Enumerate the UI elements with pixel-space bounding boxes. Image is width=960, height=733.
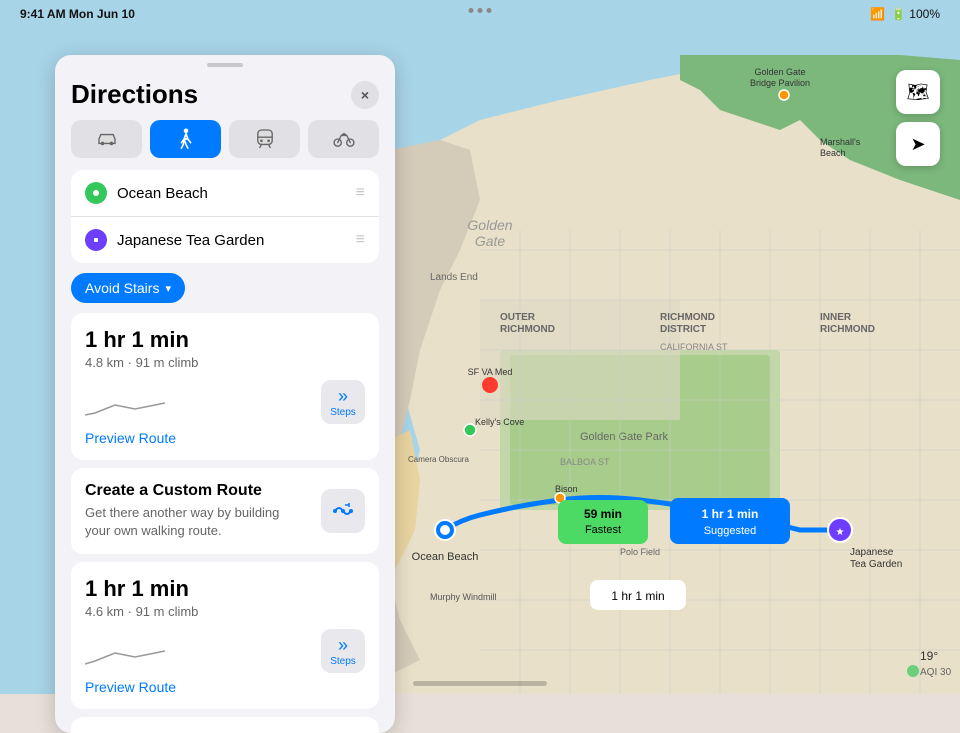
svg-text:1 hr 1 min: 1 hr 1 min — [702, 507, 759, 521]
route-card-2[interactable]: 1 hr 1 min 4.6 km · 91 m climb » Steps P… — [71, 562, 379, 709]
svg-text:RICHMOND: RICHMOND — [500, 324, 555, 335]
custom-route-card[interactable]: Create a Custom Route Get there another … — [71, 468, 379, 554]
route-2-steps-button[interactable]: » Steps — [321, 629, 365, 673]
svg-text:Bridge Pavilion: Bridge Pavilion — [750, 78, 810, 88]
routes-container: 1 hr 1 min 4.8 km · 91 m climb » Steps P… — [55, 313, 395, 733]
reorder-icon-end: ≡ — [356, 231, 365, 249]
battery-icon: 🔋 100% — [891, 7, 940, 21]
route-1-bottom: » Steps — [85, 380, 365, 424]
route-2-time: 1 hr 1 min — [85, 576, 365, 602]
end-location: Japanese Tea Garden — [117, 232, 346, 249]
svg-text:Lands End: Lands End — [430, 272, 478, 283]
svg-text:1 hr 1 min: 1 hr 1 min — [611, 589, 664, 603]
close-button[interactable]: × — [351, 81, 379, 109]
svg-text:Gate: Gate — [475, 233, 506, 249]
svg-text:Golden: Golden — [467, 217, 512, 233]
svg-text:DISTRICT: DISTRICT — [660, 324, 706, 335]
locations-container: Ocean Beach ≡ Japanese Tea Garden ≡ — [71, 170, 379, 263]
route-1-details: 4.8 km · 91 m climb — [85, 355, 365, 370]
svg-text:Camera Obscura: Camera Obscura — [408, 455, 469, 464]
svg-text:Beach: Beach — [820, 148, 846, 158]
svg-text:Bison: Bison — [555, 484, 578, 494]
svg-text:Golden Gate: Golden Gate — [754, 67, 805, 77]
svg-text:Ocean Beach: Ocean Beach — [412, 551, 479, 563]
home-indicator — [413, 681, 547, 686]
status-bar: 9:41 AM Mon Jun 10 📶 🔋 100% — [0, 0, 960, 28]
avoid-container: Avoid Stairs ▾ — [55, 263, 395, 313]
transport-car[interactable] — [71, 120, 142, 158]
svg-text:Suggested: Suggested — [704, 525, 757, 537]
reorder-icon-start: ≡ — [356, 184, 365, 202]
transport-walk[interactable] — [150, 120, 221, 158]
route-1-steps-button[interactable]: » Steps — [321, 380, 365, 424]
end-dot — [85, 229, 107, 251]
route-2-preview-link[interactable]: Preview Route — [85, 673, 365, 695]
steps-arrows-icon-2: » — [338, 636, 348, 654]
route-card-3[interactable]: 59 min 4.6 km · 91 m climb » Steps — [71, 717, 379, 733]
svg-text:Murphy Windmill: Murphy Windmill — [430, 592, 497, 602]
route-2-details: 4.6 km · 91 m climb — [85, 604, 365, 619]
status-right: 📶 🔋 100% — [870, 7, 940, 21]
route-card-1[interactable]: 1 hr 1 min 4.8 km · 91 m climb » Steps P… — [71, 313, 379, 460]
route-1-steps-label: Steps — [330, 407, 356, 418]
svg-text:59 min: 59 min — [584, 507, 622, 521]
svg-text:Japanese: Japanese — [850, 547, 894, 558]
svg-text:Polo Field: Polo Field — [620, 547, 660, 557]
svg-text:★: ★ — [836, 527, 845, 538]
directions-panel: Directions × — [55, 55, 395, 733]
svg-text:CALIFORNIA ST: CALIFORNIA ST — [660, 342, 728, 352]
map-controls: 🗺 ➤ — [896, 70, 940, 166]
svg-text:AQI 30: AQI 30 — [920, 667, 952, 678]
start-dot — [85, 182, 107, 204]
route-1-time: 1 hr 1 min — [85, 327, 365, 353]
route-1-preview-link[interactable]: Preview Route — [85, 424, 365, 446]
location-start[interactable]: Ocean Beach ≡ — [71, 170, 379, 216]
svg-text:OUTER: OUTER — [500, 312, 536, 323]
route-1-elevation — [85, 387, 165, 417]
svg-text:Tea Garden: Tea Garden — [850, 559, 902, 570]
svg-text:BALBOA ST: BALBOA ST — [560, 457, 610, 467]
custom-route-title: Create a Custom Route — [85, 482, 305, 500]
transport-bike[interactable] — [308, 120, 379, 158]
custom-route-description: Get there another way by building your o… — [85, 504, 305, 540]
avoid-stairs-button[interactable]: Avoid Stairs ▾ — [71, 273, 185, 303]
route-2-bottom: » Steps — [85, 629, 365, 673]
avoid-stairs-label: Avoid Stairs — [85, 280, 159, 296]
transport-transit[interactable] — [229, 120, 300, 158]
svg-text:19°: 19° — [920, 649, 938, 663]
svg-text:SF VA Med: SF VA Med — [468, 367, 513, 377]
svg-text:Marshall's: Marshall's — [820, 137, 861, 147]
panel-handle — [207, 63, 243, 67]
chevron-down-icon: ▾ — [165, 282, 171, 295]
route-2-elevation — [85, 636, 165, 666]
transport-modes — [55, 120, 395, 170]
panel-header: Directions × — [55, 71, 395, 120]
map-view-button[interactable]: 🗺 — [896, 70, 940, 114]
svg-text:Golden Gate Park: Golden Gate Park — [580, 431, 669, 443]
custom-route-text: Create a Custom Route Get there another … — [85, 482, 305, 540]
svg-text:RICHMOND: RICHMOND — [820, 324, 875, 335]
wifi-icon: 📶 — [870, 7, 885, 21]
svg-text:Fastest: Fastest — [585, 524, 621, 536]
location-button[interactable]: ➤ — [896, 122, 940, 166]
svg-text:INNER: INNER — [820, 312, 852, 323]
start-location: Ocean Beach — [117, 185, 346, 202]
steps-arrows-icon: » — [338, 387, 348, 405]
route-2-steps-label: Steps — [330, 656, 356, 667]
status-time: 9:41 AM Mon Jun 10 — [20, 7, 135, 21]
svg-text:Kelly's Cove: Kelly's Cove — [475, 417, 524, 427]
panel-title: Directions — [71, 79, 198, 110]
svg-text:RICHMOND: RICHMOND — [660, 312, 715, 323]
location-end[interactable]: Japanese Tea Garden ≡ — [71, 216, 379, 263]
custom-route-icon — [321, 489, 365, 533]
